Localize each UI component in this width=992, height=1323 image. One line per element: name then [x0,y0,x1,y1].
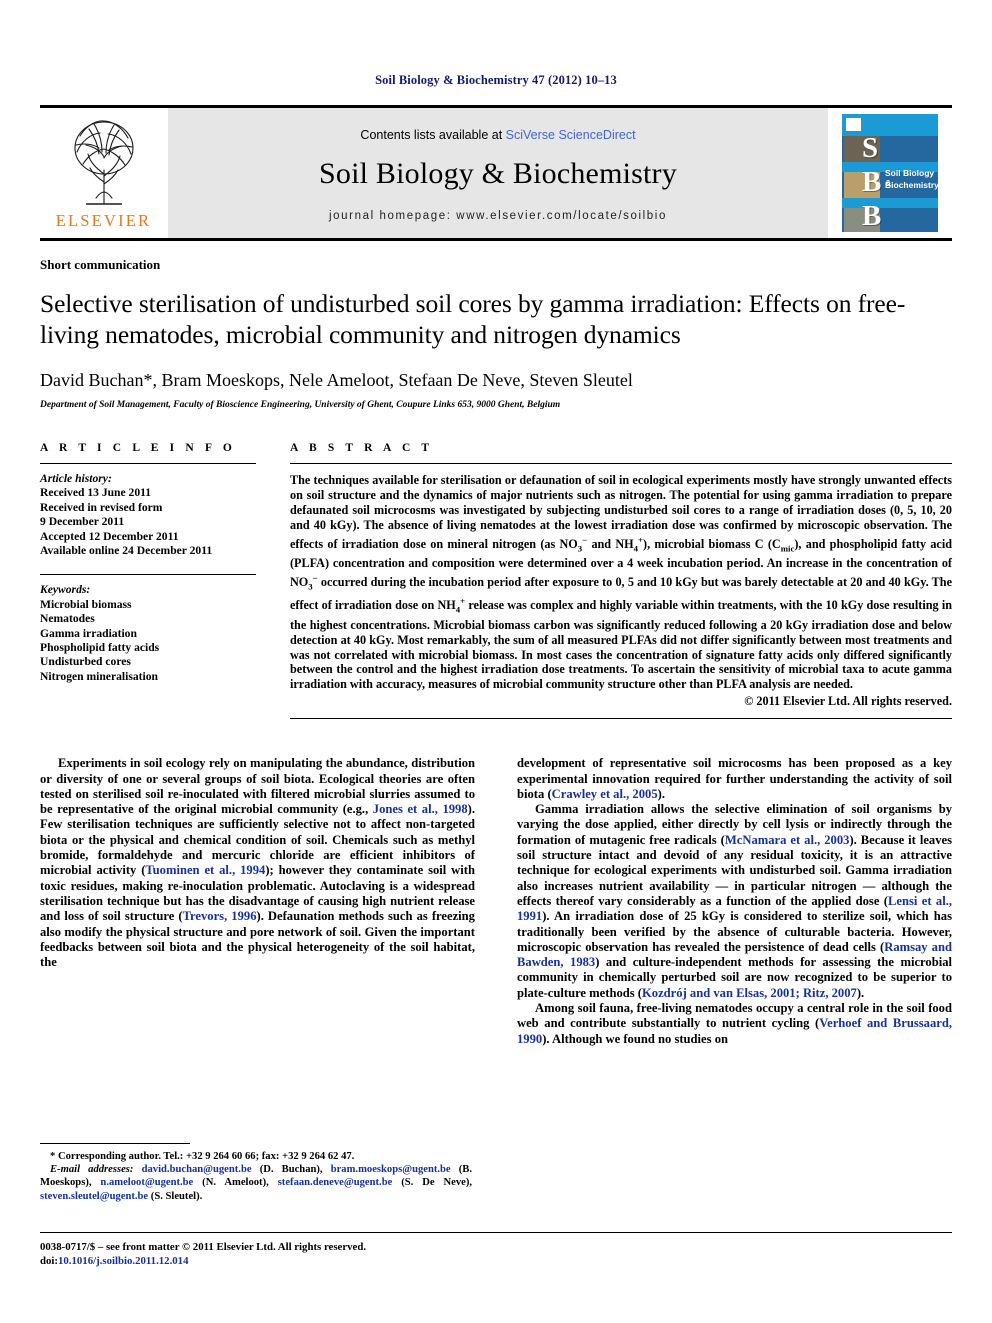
citation-link[interactable]: McNamara et al., 2003 [725,833,850,847]
email-link[interactable]: stefaan.deneve@ugent.be [278,1177,393,1188]
journal-title: Soil Biology & Biochemistry [319,157,677,190]
page-title: Selective sterilisation of undisturbed s… [40,289,906,349]
divider-info-top [40,463,256,464]
contents-prefix: Contents lists available at [360,128,506,142]
author-list: David Buchan*, Bram Moeskops, Nele Amelo… [40,370,633,390]
elsevier-logo: ELSEVIER [40,108,168,238]
body-two-column: Experiments in soil ecology rely on mani… [40,756,952,1047]
keywords-block: Keywords: Microbial biomass Nematodes Ga… [40,583,256,684]
journal-cover-container: S B B Soil Biology & Biochemistry [828,108,952,238]
divider-abstract-top [290,463,952,464]
cover-letter-s: S [862,132,879,164]
journal-cover-thumbnail[interactable]: S B B Soil Biology & Biochemistry [842,114,938,232]
history-item: Received 13 June 2011 [40,486,152,500]
elsevier-wordmark: ELSEVIER [55,211,152,230]
body-text-segment: ). Although we found no studies on [542,1031,729,1046]
body-paragraph: Gamma irradiation allows the selective e… [517,802,952,1001]
body-paragraph: Among soil fauna, free-living nematodes … [517,1001,952,1047]
keyword-item: Undisturbed cores [40,655,131,669]
elsevier-tree-icon [73,120,134,205]
abstract-text: The techniques available for sterilisati… [290,473,952,692]
citation-link[interactable]: Tuominen et al., 1994 [145,863,265,877]
article-history-block: Article history: Received 13 June 2011 R… [40,472,256,558]
email-link[interactable]: david.buchan@ugent.be [142,1164,252,1175]
email-link[interactable]: bram.moeskops@ugent.be [331,1164,451,1175]
affiliation: Department of Soil Management, Faculty o… [40,400,561,410]
history-item: 9 December 2011 [40,515,125,529]
history-item: Available online 24 December 2011 [40,544,213,558]
abstract-copyright: © 2011 Elsevier Ltd. All rights reserved… [744,694,952,709]
body-text-segment: ). [856,985,865,1000]
email-owner: (D. Buchan), [251,1164,331,1176]
info-abstract-region: A R T I C L E I N F O Article history: R… [40,442,952,720]
cover-letter-b2: B [862,200,882,232]
corresponding-author-note: * Corresponding author. Tel.: +32 9 264 … [50,1151,355,1162]
email-link[interactable]: n.ameloot@ugent.be [100,1177,193,1188]
divider-info-mid [40,574,256,576]
citation-link[interactable]: Kozdrój and van Elsas, 2001; Ritz, 2007 [642,986,857,1000]
email-addresses-note: E-mail addresses: david.buchan@ugent.be … [40,1163,472,1203]
journal-homepage-link[interactable]: journal homepage: www.elsevier.com/locat… [329,210,667,222]
email-link[interactable]: steven.sleutel@ugent.be [40,1191,148,1202]
history-item: Received in revised form [40,500,163,514]
masthead-center: Contents lists available at SciVerse Sci… [168,108,828,238]
running-head: Soil Biology & Biochemistry 47 (2012) 10… [375,73,617,87]
footnote-divider [40,1143,190,1144]
keyword-item: Nitrogen mineralisation [40,669,158,683]
cover-letter-b1: B [862,166,882,198]
article-history-label: Article history: [40,472,112,485]
sciencedirect-link[interactable]: SciVerse ScienceDirect [506,128,636,142]
article-info-column: A R T I C L E I N F O Article history: R… [40,442,290,719]
doi-line: doi:10.1016/j.soilbio.2011.12.014 [40,1255,480,1269]
doi-link[interactable]: 10.1016/j.soilbio.2011.12.014 [58,1255,188,1267]
citation-link[interactable]: Crawley et al., 2005 [552,787,658,801]
paper-page: Soil Biology & Biochemistry 47 (2012) 10… [0,0,992,1323]
footnote-block: * Corresponding author. Tel.: +32 9 264 … [40,1143,472,1203]
article-category: Short communication [40,257,161,272]
body-column-left: Experiments in soil ecology rely on mani… [40,756,475,1047]
email-addresses-label: E-mail addresses: [50,1164,134,1176]
footer-divider [40,1232,952,1233]
body-text-segment: ). [657,786,665,801]
cover-elsevier-icon [846,118,861,131]
citation-link[interactable]: Jones et al., 1998 [373,802,468,816]
email-owner: (N. Ameloot), [193,1177,278,1189]
body-column-right: development of representative soil micro… [517,756,952,1047]
cover-title-line-2: Biochemistry [885,180,938,190]
abstract-column: A B S T R A C T The techniques available… [290,442,952,720]
issn-line: 0038-0717/$ – see front matter © 2011 El… [40,1241,367,1253]
body-paragraph: development of representative soil micro… [517,756,952,802]
divider-abstract-bottom [290,718,952,720]
abstract-heading: A B S T R A C T [290,442,434,454]
body-paragraph: Experiments in soil ecology rely on mani… [40,756,475,970]
history-item: Accepted 12 December 2011 [40,529,179,543]
contents-lists-line: Contents lists available at SciVerse Sci… [360,128,635,142]
journal-masthead: ELSEVIER Contents lists available at Sci… [40,105,952,241]
doi-prefix: doi: [40,1254,58,1267]
keyword-item: Phospholipid fatty acids [40,641,160,655]
keyword-item: Nematodes [40,612,95,626]
keyword-item: Gamma irradiation [40,626,137,640]
article-info-heading: A R T I C L E I N F O [40,442,236,454]
keywords-label: Keywords: [40,583,91,597]
email-owner: (S. Sleutel). [148,1190,203,1202]
citation-link[interactable]: Trevors, 1996 [183,909,257,923]
footer-issn-doi: 0038-0717/$ – see front matter © 2011 El… [40,1241,480,1268]
keyword-item: Microbial biomass [40,597,132,611]
email-owner: (S. De Neve), [392,1177,472,1189]
